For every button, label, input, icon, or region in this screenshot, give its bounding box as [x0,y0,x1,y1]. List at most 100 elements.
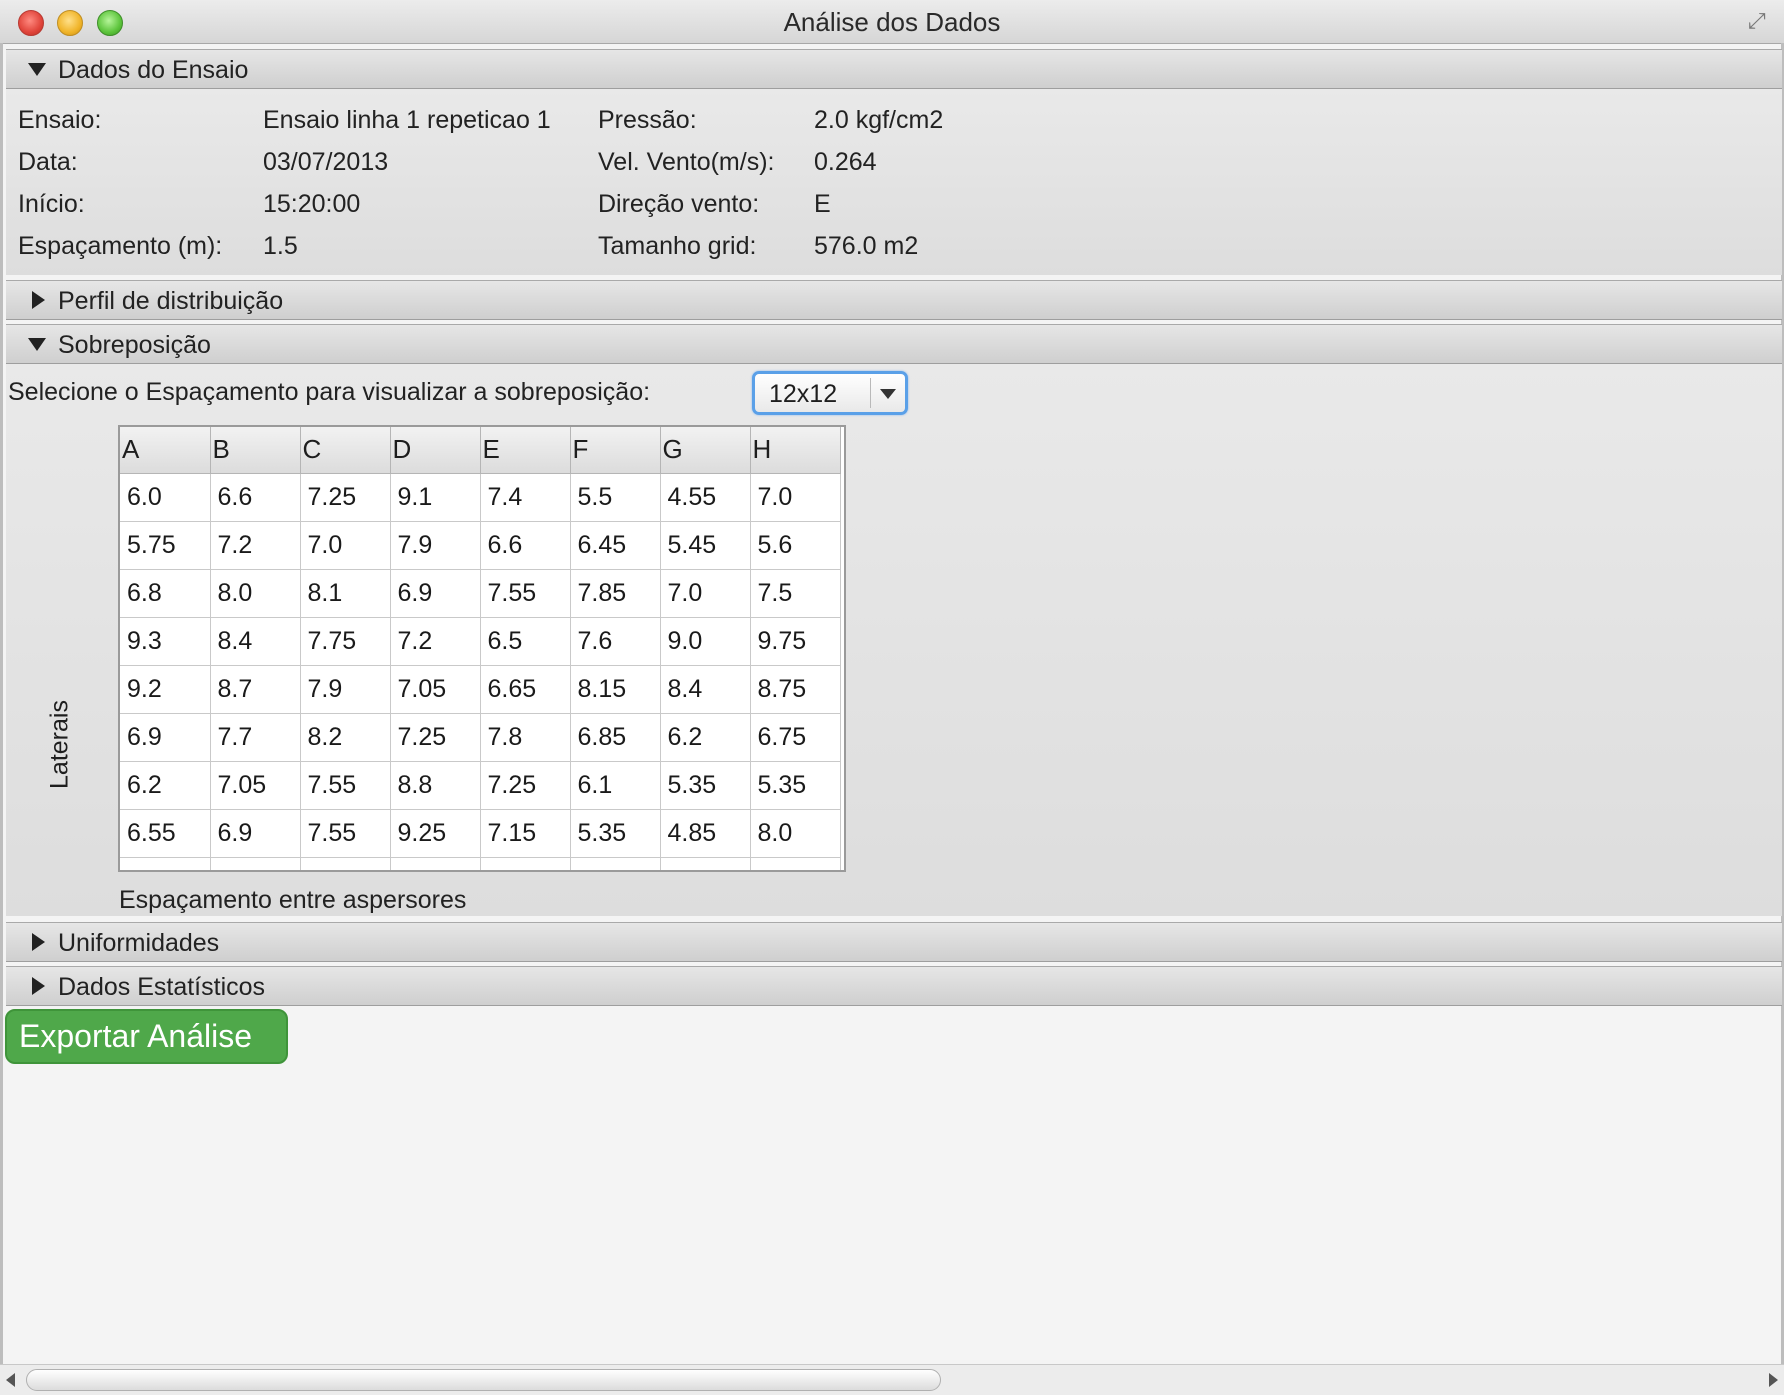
table-cell[interactable]: 7.05 [210,761,301,810]
column-header[interactable]: H [750,427,841,474]
table-row[interactable]: 5.75 7.2 7.0 7.9 6.6 6.45 5.45 5.6 [120,521,841,570]
section-header-uniformidades[interactable]: Uniformidades [6,922,1782,962]
horizontal-scrollbar[interactable] [0,1364,1784,1395]
table-cell[interactable] [300,857,391,870]
table-cell[interactable]: 7.75 [300,617,391,666]
table-cell[interactable]: 9.3 [120,617,211,666]
spacing-select[interactable]: 12x12 [752,371,908,415]
scroll-right-arrow-icon[interactable] [1762,1365,1784,1395]
table-cell[interactable] [120,857,211,870]
table-cell[interactable]: 8.0 [210,569,301,618]
table-row[interactable]: 9.2 8.7 7.9 7.05 6.65 8.15 8.4 8.75 [120,665,841,714]
table-cell[interactable]: 7.55 [300,761,391,810]
column-header[interactable]: E [480,427,571,474]
table-cell[interactable]: 6.9 [120,713,211,762]
table-cell[interactable]: 7.55 [300,809,391,858]
table-cell[interactable]: 7.2 [210,521,301,570]
table-cell[interactable]: 6.65 [480,665,571,714]
table-cell[interactable] [660,857,751,870]
table-row[interactable]: 6.0 6.6 7.25 9.1 7.4 5.5 4.55 7.0 [120,473,841,522]
overlap-table[interactable]: A B C D E F G H 6.0 6.6 7.25 9.1 7.4 5.5 4.55 7… [118,425,846,872]
table-cell[interactable]: 6.9 [210,809,301,858]
table-cell[interactable]: 8.15 [570,665,661,714]
table-cell[interactable]: 9.75 [750,617,841,666]
fullscreen-icon[interactable]: ⤢ [1748,10,1770,32]
table-cell[interactable]: 7.0 [750,473,841,522]
table-cell[interactable]: 4.85 [660,809,751,858]
table-cell[interactable]: 5.35 [570,809,661,858]
table-cell[interactable]: 5.5 [570,473,661,522]
table-cell[interactable]: 6.0 [120,473,211,522]
table-cell[interactable]: 6.5 [480,617,571,666]
table-row[interactable] [120,857,841,870]
table-row[interactable]: 6.2 7.05 7.55 8.8 7.25 6.1 5.35 5.35 [120,761,841,810]
table-cell[interactable]: 7.25 [390,713,481,762]
table-row[interactable]: 6.8 8.0 8.1 6.9 7.55 7.85 7.0 7.5 [120,569,841,618]
section-header-estatisticos[interactable]: Dados Estatísticos [6,966,1782,1006]
column-header[interactable]: D [390,427,481,474]
column-header[interactable]: C [300,427,391,474]
column-header[interactable]: G [660,427,751,474]
table-cell[interactable]: 7.0 [660,569,751,618]
scroll-left-arrow-icon[interactable] [0,1365,22,1395]
table-cell[interactable]: 5.75 [120,521,211,570]
table-cell[interactable]: 9.1 [390,473,481,522]
table-cell[interactable]: 6.6 [210,473,301,522]
table-cell[interactable]: 5.35 [660,761,751,810]
table-cell[interactable] [390,857,481,870]
column-header[interactable]: A [120,427,211,474]
export-analysis-button[interactable]: Exportar Análise [5,1009,288,1064]
table-cell[interactable]: 5.35 [750,761,841,810]
column-header[interactable]: F [570,427,661,474]
chevron-down-icon[interactable] [880,389,896,399]
table-row[interactable]: 9.3 8.4 7.75 7.2 6.5 7.6 9.0 9.75 [120,617,841,666]
table-cell[interactable]: 7.5 [750,569,841,618]
table-cell[interactable]: 7.15 [480,809,571,858]
table-cell[interactable]: 7.55 [480,569,571,618]
scrollbar-thumb[interactable] [26,1369,941,1391]
table-cell[interactable]: 8.0 [750,809,841,858]
table-cell[interactable]: 8.4 [210,617,301,666]
table-cell[interactable]: 6.2 [660,713,751,762]
table-cell[interactable]: 6.8 [120,569,211,618]
table-cell[interactable]: 7.0 [300,521,391,570]
section-header-perfil[interactable]: Perfil de distribuição [6,280,1782,320]
table-cell[interactable]: 7.8 [480,713,571,762]
table-cell[interactable]: 7.6 [570,617,661,666]
table-cell[interactable]: 7.4 [480,473,571,522]
table-cell[interactable]: 6.9 [390,569,481,618]
table-cell[interactable]: 8.1 [300,569,391,618]
table-cell[interactable]: 5.45 [660,521,751,570]
table-cell[interactable]: 6.85 [570,713,661,762]
table-cell[interactable] [570,857,661,870]
table-row[interactable]: 6.9 7.7 8.2 7.25 7.8 6.85 6.2 6.75 [120,713,841,762]
table-cell[interactable]: 7.9 [390,521,481,570]
table-cell[interactable]: 9.0 [660,617,751,666]
table-cell[interactable]: 8.7 [210,665,301,714]
table-cell[interactable]: 6.6 [480,521,571,570]
table-cell[interactable]: 8.8 [390,761,481,810]
table-cell[interactable]: 7.25 [300,473,391,522]
table-cell[interactable]: 9.2 [120,665,211,714]
column-header[interactable]: B [210,427,301,474]
table-cell[interactable]: 8.4 [660,665,751,714]
table-cell[interactable]: 4.55 [660,473,751,522]
table-cell[interactable]: 6.75 [750,713,841,762]
table-cell[interactable]: 7.2 [390,617,481,666]
section-header-dados-ensaio[interactable]: Dados do Ensaio [6,49,1782,89]
table-cell[interactable]: 7.7 [210,713,301,762]
table-cell[interactable] [750,857,841,870]
table-cell[interactable]: 9.25 [390,809,481,858]
table-cell[interactable]: 7.9 [300,665,391,714]
table-cell[interactable]: 7.85 [570,569,661,618]
table-cell[interactable]: 5.6 [750,521,841,570]
table-cell[interactable]: 6.55 [120,809,211,858]
table-cell[interactable]: 6.45 [570,521,661,570]
table-cell[interactable]: 7.05 [390,665,481,714]
table-cell[interactable] [480,857,571,870]
table-cell[interactable]: 7.25 [480,761,571,810]
section-header-sobreposicao[interactable]: Sobreposição [6,324,1782,364]
table-cell[interactable]: 6.2 [120,761,211,810]
table-cell[interactable]: 6.1 [570,761,661,810]
table-cell[interactable]: 8.75 [750,665,841,714]
